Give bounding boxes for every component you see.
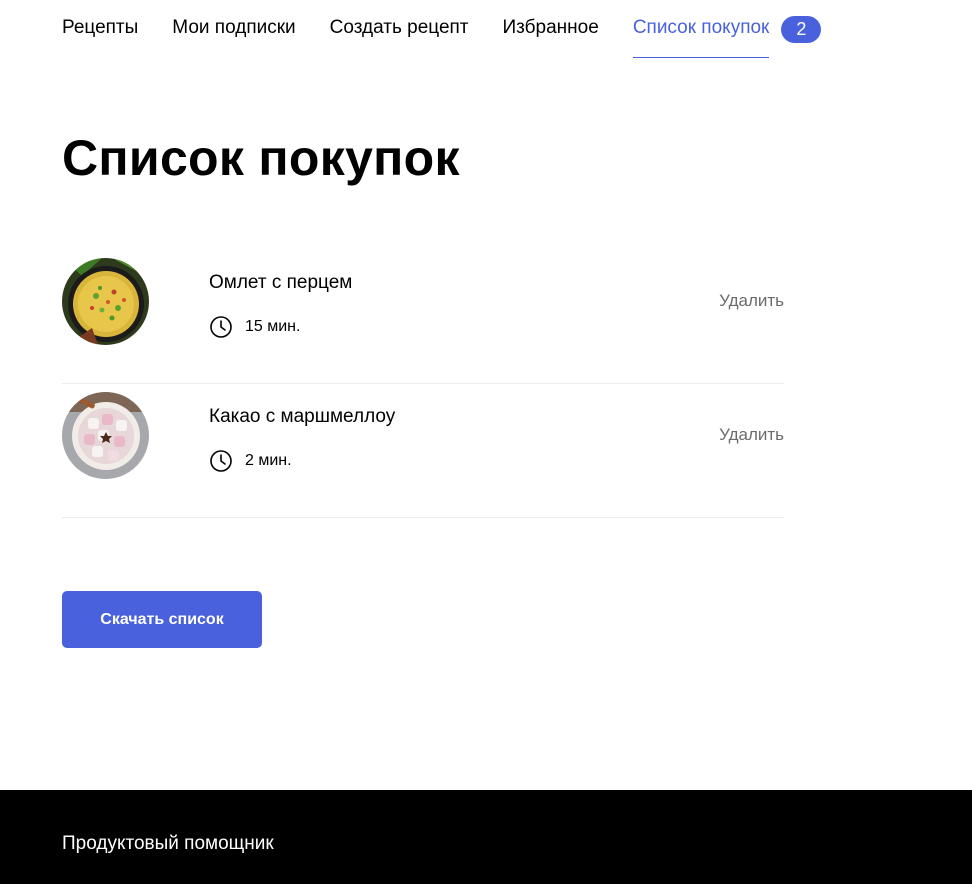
nav-item-favorites[interactable]: Избранное <box>503 0 599 38</box>
clock-icon <box>210 450 232 472</box>
nav-item-subscriptions[interactable]: Мои подписки <box>172 0 295 38</box>
list-item: Омлет с перцем 15 мин. Удалить <box>62 250 784 384</box>
recipe-title[interactable]: Какао с маршмеллоу <box>209 406 395 428</box>
footer-brand: Продуктовый помощник <box>62 833 274 854</box>
omelette-image <box>62 258 149 345</box>
footer: Продуктовый помощник <box>0 790 972 884</box>
active-tab-underline <box>632 57 770 58</box>
cook-time-text: 2 мин. <box>245 452 292 469</box>
nav-item-create-recipe[interactable]: Создать рецепт <box>330 0 469 38</box>
recipe-cook-time: 2 мин. <box>209 449 292 473</box>
recipe-thumbnail-omelette[interactable] <box>62 258 149 345</box>
cocoa-image <box>62 392 149 479</box>
delete-button[interactable]: Удалить <box>719 425 784 445</box>
recipe-title[interactable]: Омлет с перцем <box>209 272 352 294</box>
page-title: Список покупок <box>62 130 460 186</box>
nav-item-shopping-list-label: Список покупок <box>632 17 770 38</box>
recipe-thumbnail-cocoa[interactable] <box>62 392 149 479</box>
cook-time-text: 15 мин. <box>245 318 301 335</box>
shopping-list-count-badge: 2 <box>781 16 822 43</box>
list-item: Какао с маршмеллоу 2 мин. Удалить <box>62 384 784 518</box>
nav-item-shopping-list-wrap: Список покупок 2 <box>632 0 822 58</box>
shopping-list: Омлет с перцем 15 мин. Удалить Какао с м… <box>62 250 784 518</box>
nav-item-recipes[interactable]: Рецепты <box>62 0 138 38</box>
download-list-button[interactable]: Скачать список <box>62 591 262 648</box>
recipe-cook-time: 15 мин. <box>209 315 300 339</box>
clock-icon <box>210 316 232 338</box>
page: Рецепты Мои подписки Создать рецепт Избр… <box>0 0 972 884</box>
main-nav: Рецепты Мои подписки Создать рецепт Избр… <box>62 0 822 60</box>
nav-item-shopping-list[interactable]: Список покупок <box>632 0 770 58</box>
delete-button[interactable]: Удалить <box>719 291 784 311</box>
